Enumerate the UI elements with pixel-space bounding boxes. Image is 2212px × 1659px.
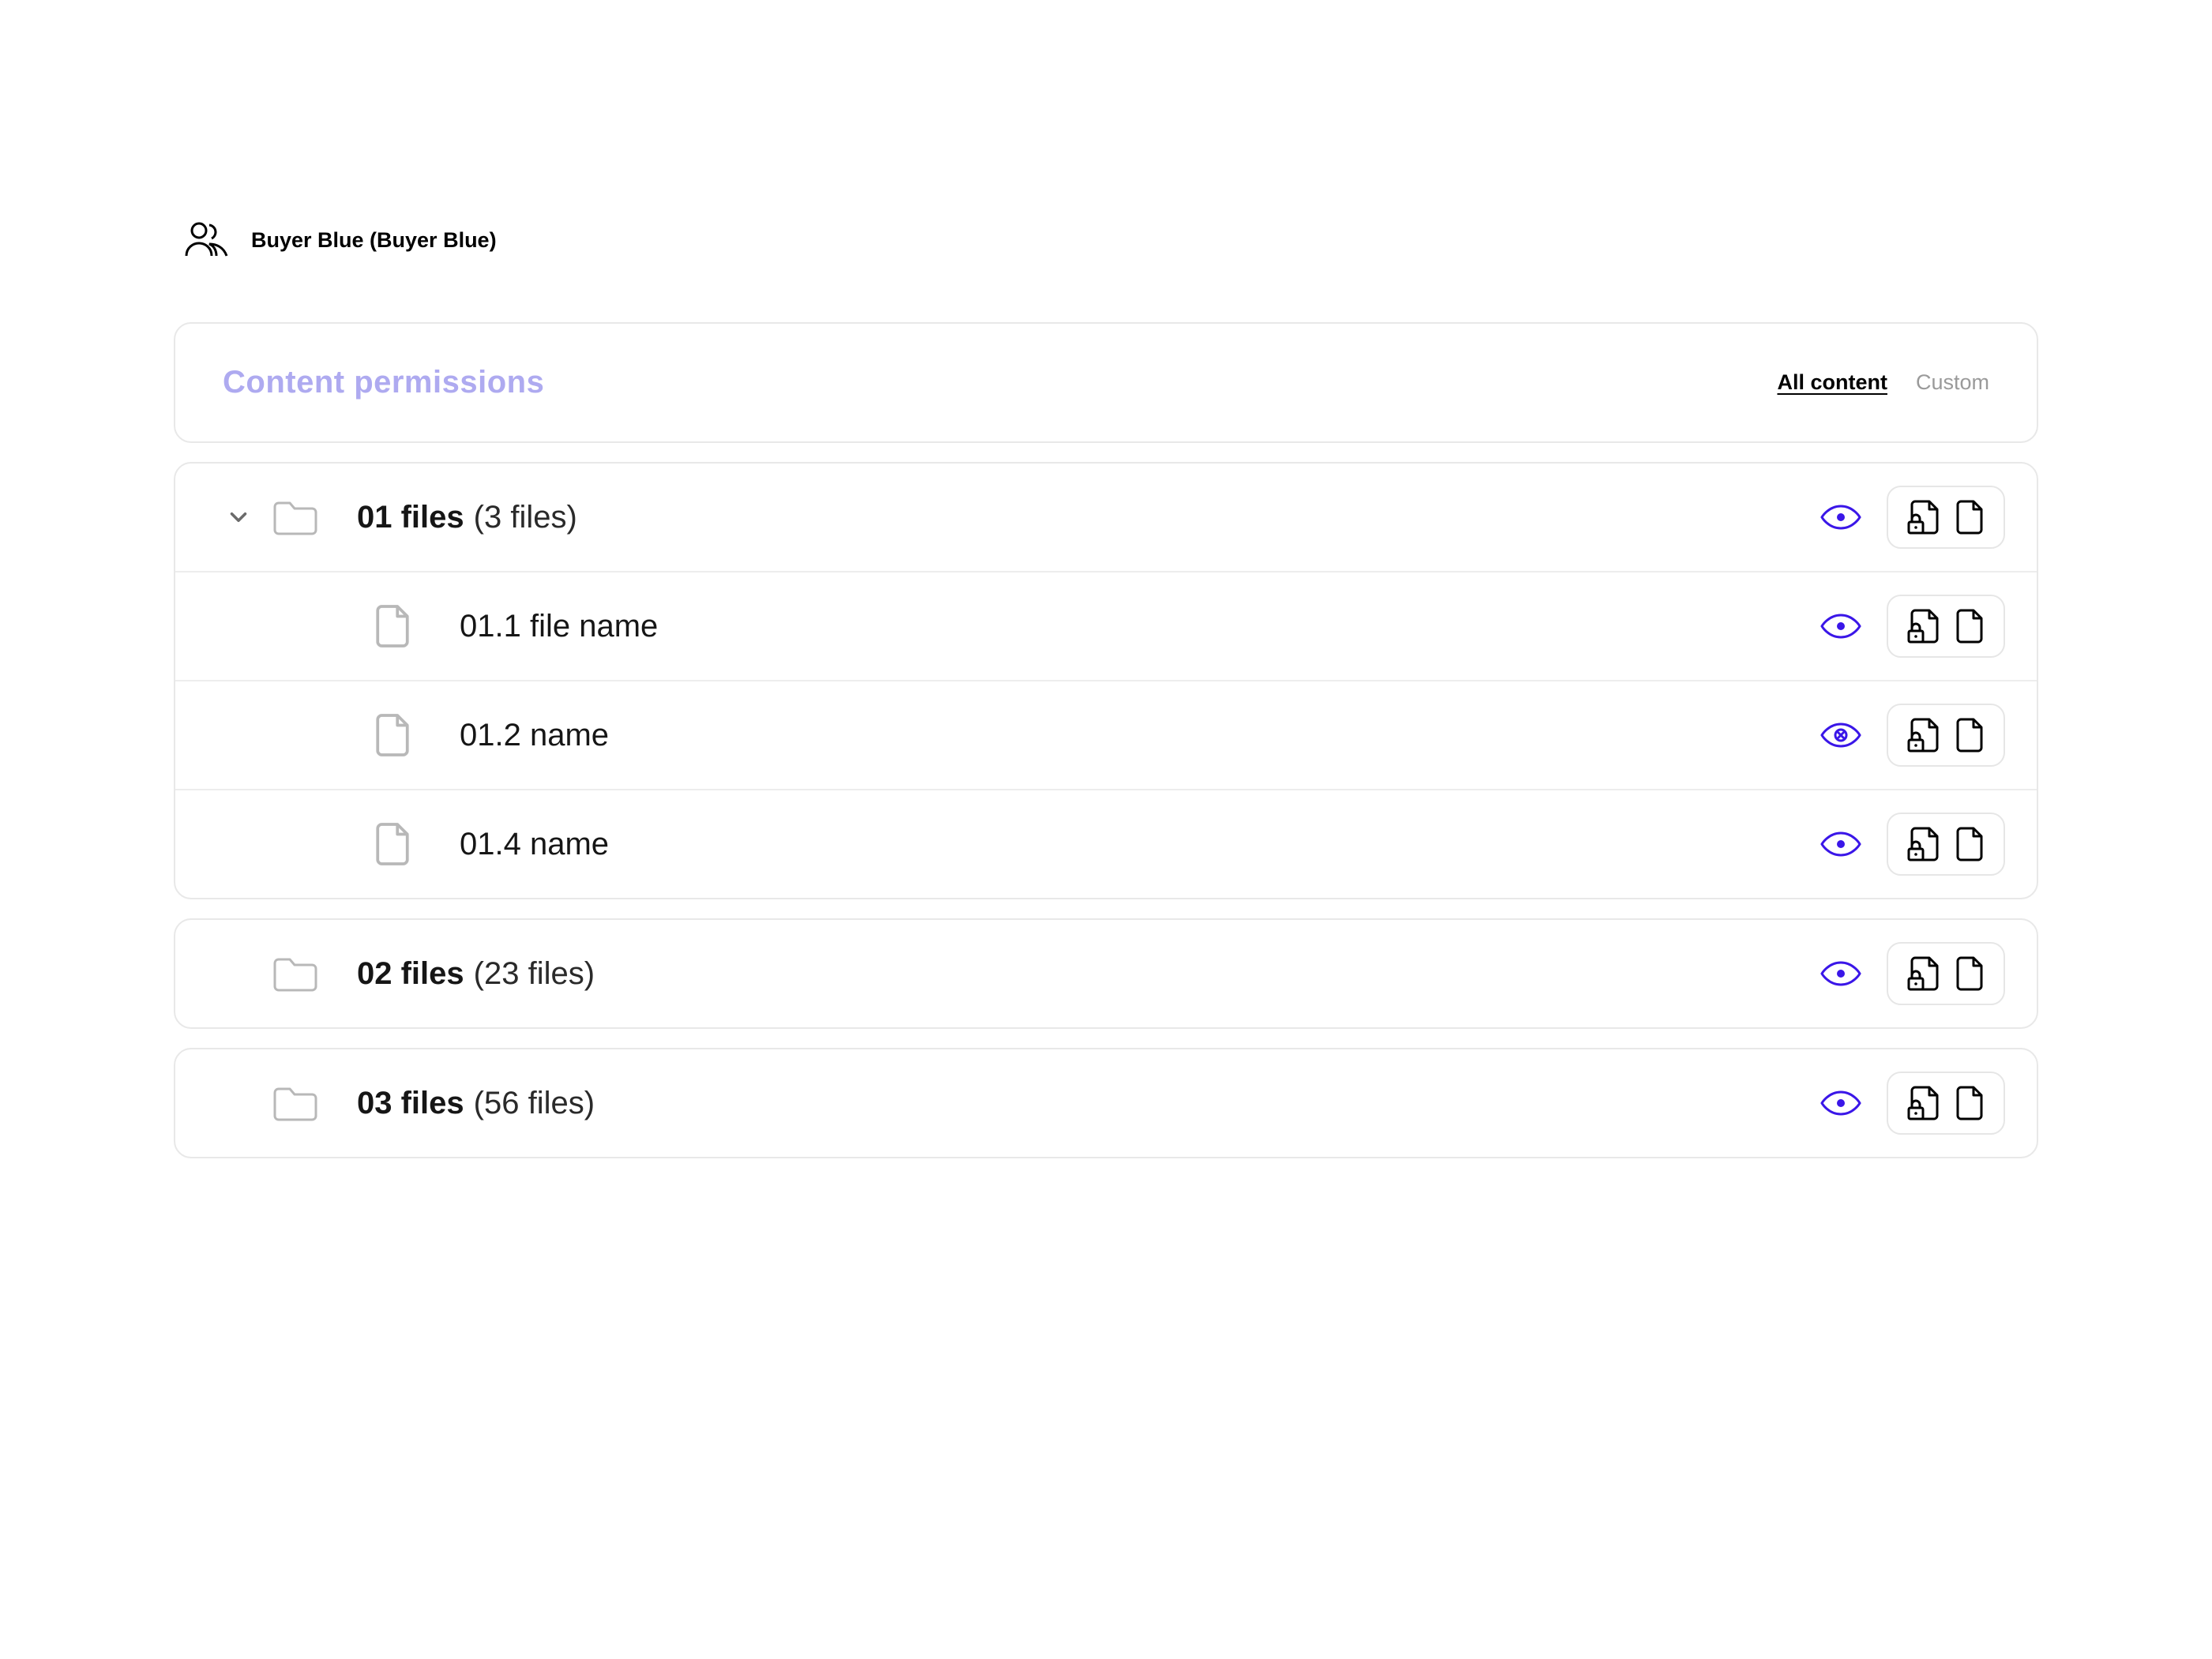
permissions-header-card: Content permissions All content Custom: [174, 322, 2038, 443]
folder-icon: [270, 954, 357, 993]
folder-count: (56 files): [474, 1086, 595, 1121]
folder-label: 02 files (23 files): [357, 956, 1817, 992]
folder-count: (23 files): [474, 956, 595, 992]
file-locked-icon: [1907, 825, 1940, 863]
file-icon: [1955, 607, 1985, 645]
chevron-down-icon[interactable]: [207, 504, 270, 531]
folder-row[interactable]: 03 files (56 files): [175, 1049, 2037, 1157]
file-locked-icon: [1907, 716, 1940, 754]
persons-icon: [183, 221, 232, 259]
folder-icon: [270, 1083, 357, 1123]
visibility-toggle[interactable]: [1817, 1079, 1865, 1127]
file-row[interactable]: 01.4 name: [175, 789, 2037, 898]
file-label: 01.4 name: [460, 827, 1817, 862]
permissions-title: Content permissions: [223, 365, 544, 400]
folder-label: 03 files (56 files): [357, 1086, 1817, 1121]
file-icon: [1955, 716, 1985, 754]
user-header: Buyer Blue (Buyer Blue): [183, 221, 2038, 259]
file-name: 01.4 name: [460, 827, 609, 862]
permission-options[interactable]: [1887, 486, 2005, 549]
file-locked-icon: [1907, 607, 1940, 645]
file-row[interactable]: 01.2 name: [175, 680, 2037, 789]
user-label: Buyer Blue (Buyer Blue): [251, 228, 497, 253]
file-locked-icon: [1907, 955, 1940, 993]
folder-label: 01 files (3 files): [357, 500, 1817, 535]
file-icon: [373, 602, 460, 650]
folder-name: 01 files: [357, 500, 464, 535]
folder-row[interactable]: 01 files (3 files): [175, 464, 2037, 571]
file-icon: [1955, 825, 1985, 863]
permissions-tabs: All content Custom: [1777, 370, 1989, 395]
file-icon: [1955, 1084, 1985, 1122]
folder-name: 02 files: [357, 956, 464, 992]
visibility-toggle[interactable]: [1817, 494, 1865, 541]
file-icon: [373, 820, 460, 868]
folder-icon: [270, 497, 357, 537]
permission-options[interactable]: [1887, 704, 2005, 767]
folder-count: (3 files): [474, 500, 577, 535]
visibility-toggle[interactable]: [1817, 820, 1865, 868]
folder-name: 03 files: [357, 1086, 464, 1121]
file-icon: [1955, 955, 1985, 993]
file-locked-icon: [1907, 1084, 1940, 1122]
folder-row[interactable]: 02 files (23 files): [175, 920, 2037, 1027]
permission-options[interactable]: [1887, 942, 2005, 1005]
file-label: 01.1 file name: [460, 609, 1817, 644]
permission-options[interactable]: [1887, 813, 2005, 876]
visibility-toggle-blocked[interactable]: [1817, 711, 1865, 759]
folder-card: 02 files (23 files): [174, 918, 2038, 1029]
tab-all-content[interactable]: All content: [1777, 370, 1887, 395]
file-icon: [373, 711, 460, 759]
tab-custom[interactable]: Custom: [1916, 370, 1989, 395]
visibility-toggle[interactable]: [1817, 950, 1865, 997]
file-label: 01.2 name: [460, 718, 1817, 753]
permission-options[interactable]: [1887, 1072, 2005, 1135]
file-name: 01.2 name: [460, 718, 609, 753]
file-row[interactable]: 01.1 file name: [175, 571, 2037, 680]
file-icon: [1955, 498, 1985, 536]
permission-options[interactable]: [1887, 595, 2005, 658]
file-name: 01.1 file name: [460, 609, 658, 644]
visibility-toggle[interactable]: [1817, 602, 1865, 650]
folder-card: 03 files (56 files): [174, 1048, 2038, 1158]
folder-card: 01 files (3 files): [174, 462, 2038, 899]
file-locked-icon: [1907, 498, 1940, 536]
